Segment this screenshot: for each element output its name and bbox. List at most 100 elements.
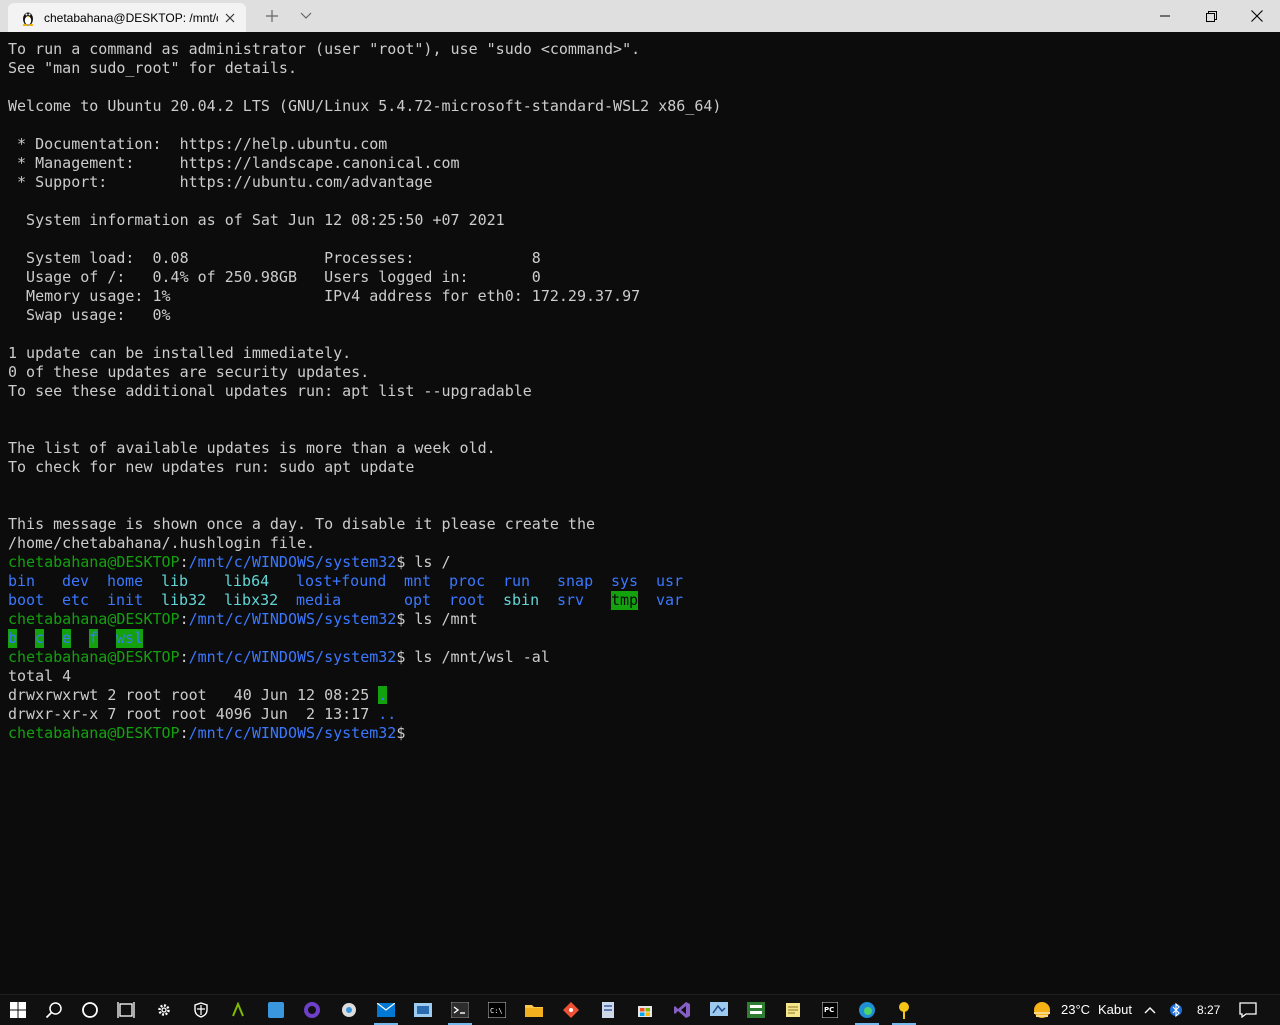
pycharm-icon[interactable]: PC bbox=[812, 995, 848, 1025]
svg-text:PC: PC bbox=[824, 1006, 834, 1014]
chevron-up-icon[interactable] bbox=[1138, 995, 1162, 1025]
terminal-output[interactable]: To run a command as administrator (user … bbox=[0, 32, 1280, 996]
dir-entry: boot bbox=[8, 591, 45, 609]
command-text: ls /mnt/wsl -al bbox=[405, 648, 550, 666]
git-icon[interactable] bbox=[553, 995, 589, 1025]
bluetooth-icon[interactable] bbox=[1164, 995, 1188, 1025]
app-icon[interactable] bbox=[886, 995, 922, 1025]
dir-entry: init bbox=[107, 591, 144, 609]
motd-line: To see these additional updates run: apt… bbox=[8, 382, 532, 400]
motd-line: * Documentation: https://help.ubuntu.com bbox=[8, 135, 388, 153]
motd-line: 0 of these updates are security updates. bbox=[8, 363, 370, 381]
motd-line: The list of available updates is more th… bbox=[8, 439, 496, 457]
linux-penguin-icon bbox=[20, 10, 36, 26]
output-line: drwxr-xr-x 7 root root 4096 Jun 2 13:17 … bbox=[8, 705, 396, 724]
dir-entry: etc bbox=[62, 591, 90, 609]
dir-entry: proc bbox=[449, 572, 486, 590]
cortana-icon[interactable] bbox=[72, 995, 108, 1025]
dir-entry: e bbox=[62, 629, 72, 648]
dir-listing: drwxr-xr-x 7 root root 4096 Jun 2 13:17 bbox=[8, 705, 379, 723]
clock-time[interactable]: 8:27 bbox=[1197, 995, 1220, 1025]
dir-entry: mnt bbox=[404, 572, 432, 590]
dir-entry: opt bbox=[404, 591, 432, 609]
prompt-line-current[interactable]: chetabahana@DESKTOP:/mnt/c/WINDOWS/syste… bbox=[8, 724, 405, 743]
dir-entry: f bbox=[89, 629, 99, 648]
dir-entry: usr bbox=[656, 572, 684, 590]
app-icon[interactable] bbox=[405, 995, 441, 1025]
dir-entry: lib bbox=[161, 572, 189, 590]
notepad-icon[interactable] bbox=[775, 995, 811, 1025]
plus-icon[interactable] bbox=[258, 4, 286, 28]
motd-line: See "man sudo_root" for details. bbox=[8, 59, 297, 77]
terminal-icon[interactable] bbox=[442, 995, 478, 1025]
close-icon[interactable] bbox=[1234, 0, 1280, 32]
title-bar: chetabahana@DESKTOP: /mnt/c bbox=[0, 0, 1280, 32]
motd-line: Welcome to Ubuntu 20.04.2 LTS (GNU/Linux… bbox=[8, 97, 722, 115]
dir-entry: home bbox=[107, 572, 144, 590]
prompt-colon: : bbox=[179, 648, 189, 666]
temperature[interactable]: 23°C bbox=[1061, 995, 1090, 1025]
close-tab-icon[interactable] bbox=[222, 10, 238, 26]
dir-entry: sys bbox=[611, 572, 639, 590]
windows-start-icon[interactable] bbox=[0, 995, 36, 1025]
prompt-user: chetabahana@DESKTOP bbox=[8, 724, 180, 742]
prompt-path: /mnt/c/WINDOWS/system32 bbox=[188, 553, 397, 571]
minimize-icon[interactable] bbox=[1142, 0, 1188, 32]
command-text: ls /mnt bbox=[405, 610, 478, 628]
app-icon[interactable] bbox=[220, 995, 256, 1025]
notification-icon[interactable] bbox=[1230, 995, 1266, 1025]
motd-line: Swap usage: 0% bbox=[8, 306, 171, 324]
prompt-line: chetabahana@DESKTOP:/mnt/c/WINDOWS/syste… bbox=[8, 553, 451, 572]
dir-entry: bin bbox=[8, 572, 36, 590]
motd-line: To run a command as administrator (user … bbox=[8, 40, 641, 58]
dir-entry: media bbox=[296, 591, 342, 609]
prompt-path: /mnt/c/WINDOWS/system32 bbox=[188, 610, 397, 628]
prompt-colon: : bbox=[179, 553, 189, 571]
restore-icon[interactable] bbox=[1188, 0, 1234, 32]
prompt-colon: : bbox=[179, 610, 189, 628]
prompt-line: chetabahana@DESKTOP:/mnt/c/WINDOWS/syste… bbox=[8, 610, 478, 629]
motd-line: * Management: https://landscape.canonica… bbox=[8, 154, 460, 172]
dir-entry: lost+found bbox=[296, 572, 387, 590]
dir-entry: lib32 bbox=[161, 591, 207, 609]
github-icon[interactable] bbox=[294, 995, 330, 1025]
security-shield-icon[interactable] bbox=[183, 995, 219, 1025]
app-icon[interactable] bbox=[590, 995, 626, 1025]
task-view-icon[interactable] bbox=[108, 995, 144, 1025]
output-line: total 4 bbox=[8, 667, 72, 685]
settings-icon[interactable] bbox=[146, 995, 182, 1025]
tab-terminal[interactable]: chetabahana@DESKTOP: /mnt/c bbox=[8, 3, 246, 32]
motd-line: Usage of /: 0.4% of 250.98GB Users logge… bbox=[8, 268, 541, 286]
mail-icon[interactable] bbox=[368, 995, 404, 1025]
edge-icon[interactable] bbox=[849, 995, 885, 1025]
motd-line: * Support: https://ubuntu.com/advantage bbox=[8, 173, 433, 191]
dir-entry: run bbox=[503, 572, 531, 590]
app-icon[interactable] bbox=[701, 995, 737, 1025]
app-icon[interactable] bbox=[738, 995, 774, 1025]
file-explorer-icon[interactable] bbox=[516, 995, 552, 1025]
command-text: ls / bbox=[405, 553, 451, 571]
prompt-user: chetabahana@DESKTOP bbox=[8, 648, 180, 666]
tab-title: chetabahana@DESKTOP: /mnt/c bbox=[44, 10, 218, 25]
ls-root-row: bin dev home lib lib64 lost+found mnt pr… bbox=[8, 572, 708, 591]
motd-line: To check for new updates run: sudo apt u… bbox=[8, 458, 415, 476]
dir-entry: sbin bbox=[503, 591, 540, 609]
cmd-icon[interactable]: C:\ bbox=[479, 995, 515, 1025]
visual-studio-icon[interactable] bbox=[664, 995, 700, 1025]
motd-line: System load: 0.08 Processes: 8 bbox=[8, 249, 541, 267]
weather-sun-fog-icon[interactable] bbox=[1024, 995, 1060, 1025]
chevron-down-icon[interactable] bbox=[292, 4, 320, 28]
dir-entry: snap bbox=[557, 572, 594, 590]
dir-entry: b bbox=[8, 629, 18, 648]
dir-listing: drwxrwxrwt 2 root root 40 Jun 12 08:25 bbox=[8, 686, 379, 704]
prompt-user: chetabahana@DESKTOP bbox=[8, 610, 180, 628]
app-icon[interactable] bbox=[331, 995, 367, 1025]
dir-entry: . bbox=[378, 686, 388, 704]
weather-text[interactable]: Kabut bbox=[1098, 995, 1132, 1025]
prompt-colon: : bbox=[179, 724, 189, 742]
dir-entry: lib64 bbox=[224, 572, 270, 590]
app-icon[interactable] bbox=[258, 995, 294, 1025]
search-icon[interactable] bbox=[36, 995, 72, 1025]
store-icon[interactable] bbox=[627, 995, 663, 1025]
svg-text:C:\: C:\ bbox=[490, 1007, 503, 1015]
